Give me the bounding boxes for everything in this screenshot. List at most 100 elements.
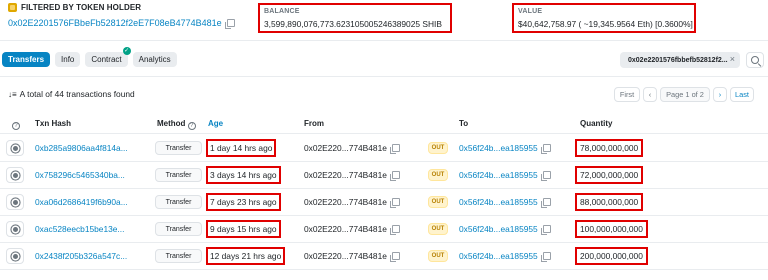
tabs-divider — [0, 76, 768, 77]
eye-icon — [12, 226, 18, 232]
direction-badge: OUT — [428, 169, 448, 181]
txn-hash-link[interactable]: 0x2438f205b326a547c... — [35, 251, 127, 261]
copy-icon[interactable] — [389, 171, 400, 181]
direction-badge: OUT — [428, 250, 448, 262]
method-badge: Transfer — [155, 141, 202, 155]
age-value: 3 days 14 hrs ago — [206, 166, 281, 184]
from-address: 0x02E220...774B481e — [304, 143, 400, 154]
from-address-text: 0x02E220...774B481e — [304, 143, 387, 153]
direction-badge: OUT — [428, 196, 448, 208]
from-address: 0x02E220...774B481e — [304, 170, 400, 181]
from-address: 0x02E220...774B481e — [304, 197, 400, 208]
method-help-icon[interactable]: ? — [187, 122, 196, 130]
view-details-button[interactable] — [6, 167, 24, 183]
copy-icon[interactable] — [540, 198, 551, 208]
method-badge: Transfer — [155, 222, 202, 236]
to-address: 0x56f24b...ea185955 — [459, 197, 551, 208]
quantity-value: 72,000,000,000 — [575, 166, 644, 184]
copy-icon[interactable] — [389, 225, 400, 235]
header-quantity: Quantity — [580, 119, 613, 128]
first-page-button[interactable]: First — [614, 87, 640, 102]
filter-chip-text: 0x02e2201576fbbefb52812f2... — [628, 56, 728, 64]
view-details-button[interactable] — [6, 194, 24, 210]
header-to: To — [459, 119, 469, 128]
to-address: 0x56f24b...ea185955 — [459, 251, 551, 262]
header-method-label: Method — [157, 119, 186, 128]
copy-icon[interactable] — [389, 144, 400, 154]
txn-hash-link[interactable]: 0xa06d2686419f6b90a... — [35, 197, 128, 207]
balance-box: BALANCE 3,599,890,076,773.62310500524638… — [258, 3, 452, 33]
pagination: First ‹ Page 1 of 2 › Last — [614, 87, 757, 102]
quantity-value: 100,000,000,000 — [575, 220, 648, 238]
balance-value: 3,599,890,076,773.623105005246389025 SHI… — [264, 19, 442, 29]
to-address-link[interactable]: 0x56f24b...ea185955 — [459, 197, 538, 207]
age-value: 7 days 23 hrs ago — [206, 193, 281, 211]
to-address: 0x56f24b...ea185955 — [459, 224, 551, 235]
table-row: 0xa06d2686419f6b90a... Transfer 7 days 23 … — [0, 189, 768, 216]
eye-icon — [12, 199, 18, 205]
value-box: VALUE $40,642,758.97 ( ~19,345.9564 Eth)… — [512, 3, 696, 33]
quantity-value: 88,000,000,000 — [575, 193, 644, 211]
copy-icon[interactable] — [224, 19, 235, 29]
from-address: 0x02E220...774B481e — [304, 251, 400, 262]
value-value: $40,642,758.97 ( ~19,345.9564 Eth) [0.36… — [518, 19, 693, 29]
sort-icon: ↓≡ — [8, 89, 17, 99]
table-row: 0x2438f205b326a547c... Transfer 12 days 21… — [0, 243, 768, 270]
holder-filter: FILTERED BY TOKEN HOLDER 0x02E2201576FBb… — [8, 3, 258, 29]
from-address-text: 0x02E220...774B481e — [304, 170, 387, 180]
header-txn-hash: Txn Hash — [35, 119, 72, 128]
method-badge: Transfer — [155, 168, 202, 182]
help-circle-icon: ? — [12, 122, 20, 130]
holder-address-link[interactable]: 0x02E2201576FBbeFb52812f2eE7F08eB4774B48… — [8, 18, 222, 28]
age-value: 9 days 15 hrs ago — [206, 220, 281, 238]
tab-analytics[interactable]: Analytics — [132, 52, 177, 67]
last-page-button[interactable]: Last — [730, 87, 754, 102]
address-filter-chip[interactable]: 0x02e2201576fbbefb52812f2... × — [620, 52, 740, 68]
age-value: 12 days 21 hrs ago — [206, 247, 286, 265]
to-address-link[interactable]: 0x56f24b...ea185955 — [459, 170, 538, 180]
tab-info[interactable]: Info — [55, 52, 81, 67]
header-method: Method ? — [157, 119, 196, 130]
transaction-count-text: A total of 44 transactions found — [19, 89, 135, 99]
prev-page-button[interactable]: ‹ — [643, 87, 657, 102]
copy-icon[interactable] — [540, 144, 551, 154]
copy-icon[interactable] — [540, 225, 551, 235]
view-details-button[interactable] — [6, 140, 24, 156]
holder-filter-title: FILTERED BY TOKEN HOLDER — [21, 3, 142, 12]
view-details-button[interactable] — [6, 248, 24, 264]
quantity-value: 78,000,000,000 — [575, 139, 644, 157]
to-address: 0x56f24b...ea185955 — [459, 143, 551, 154]
value-label: VALUE — [518, 8, 543, 15]
txn-hash-link[interactable]: 0xb285a9806aa4f814a... — [35, 143, 128, 153]
to-address-link[interactable]: 0x56f24b...ea185955 — [459, 224, 538, 234]
from-address: 0x02E220...774B481e — [304, 224, 400, 235]
eye-icon — [12, 172, 18, 178]
tab-contract[interactable]: Contract ✓ — [85, 47, 131, 67]
to-address-link[interactable]: 0x56f24b...ea185955 — [459, 143, 538, 153]
copy-icon[interactable] — [540, 252, 551, 262]
view-details-button[interactable] — [6, 221, 24, 237]
to-address-link[interactable]: 0x56f24b...ea185955 — [459, 251, 538, 261]
holder-filter-heading: FILTERED BY TOKEN HOLDER — [8, 3, 258, 12]
section-divider — [0, 40, 768, 41]
direction-badge: OUT — [428, 142, 448, 154]
page-indicator: Page 1 of 2 — [660, 87, 710, 102]
copy-icon[interactable] — [389, 252, 400, 262]
txn-hash-link[interactable]: 0xac528eecb15be13e... — [35, 224, 124, 234]
close-icon[interactable]: × — [730, 54, 735, 64]
holder-address-row: 0x02E2201576FBbeFb52812f2eE7F08eB4774B48… — [8, 18, 258, 29]
header-age[interactable]: Age — [208, 119, 223, 128]
to-address: 0x56f24b...ea185955 — [459, 170, 551, 181]
search-button[interactable] — [746, 52, 764, 68]
copy-icon[interactable] — [389, 198, 400, 208]
table-row: 0x758296c5465340ba... Transfer 3 days 14 h… — [0, 162, 768, 189]
eye-icon — [12, 253, 18, 259]
txn-hash-link[interactable]: 0x758296c5465340ba... — [35, 170, 125, 180]
tab-transfers[interactable]: Transfers — [2, 52, 51, 67]
eye-icon — [12, 145, 18, 151]
next-page-button[interactable]: › — [713, 87, 727, 102]
from-address-text: 0x02E220...774B481e — [304, 251, 387, 261]
copy-icon[interactable] — [540, 171, 551, 181]
table-row: 0xac528eecb15be13e... Transfer 9 days 15 h… — [0, 216, 768, 243]
help-icon[interactable]: ? — [12, 119, 20, 130]
